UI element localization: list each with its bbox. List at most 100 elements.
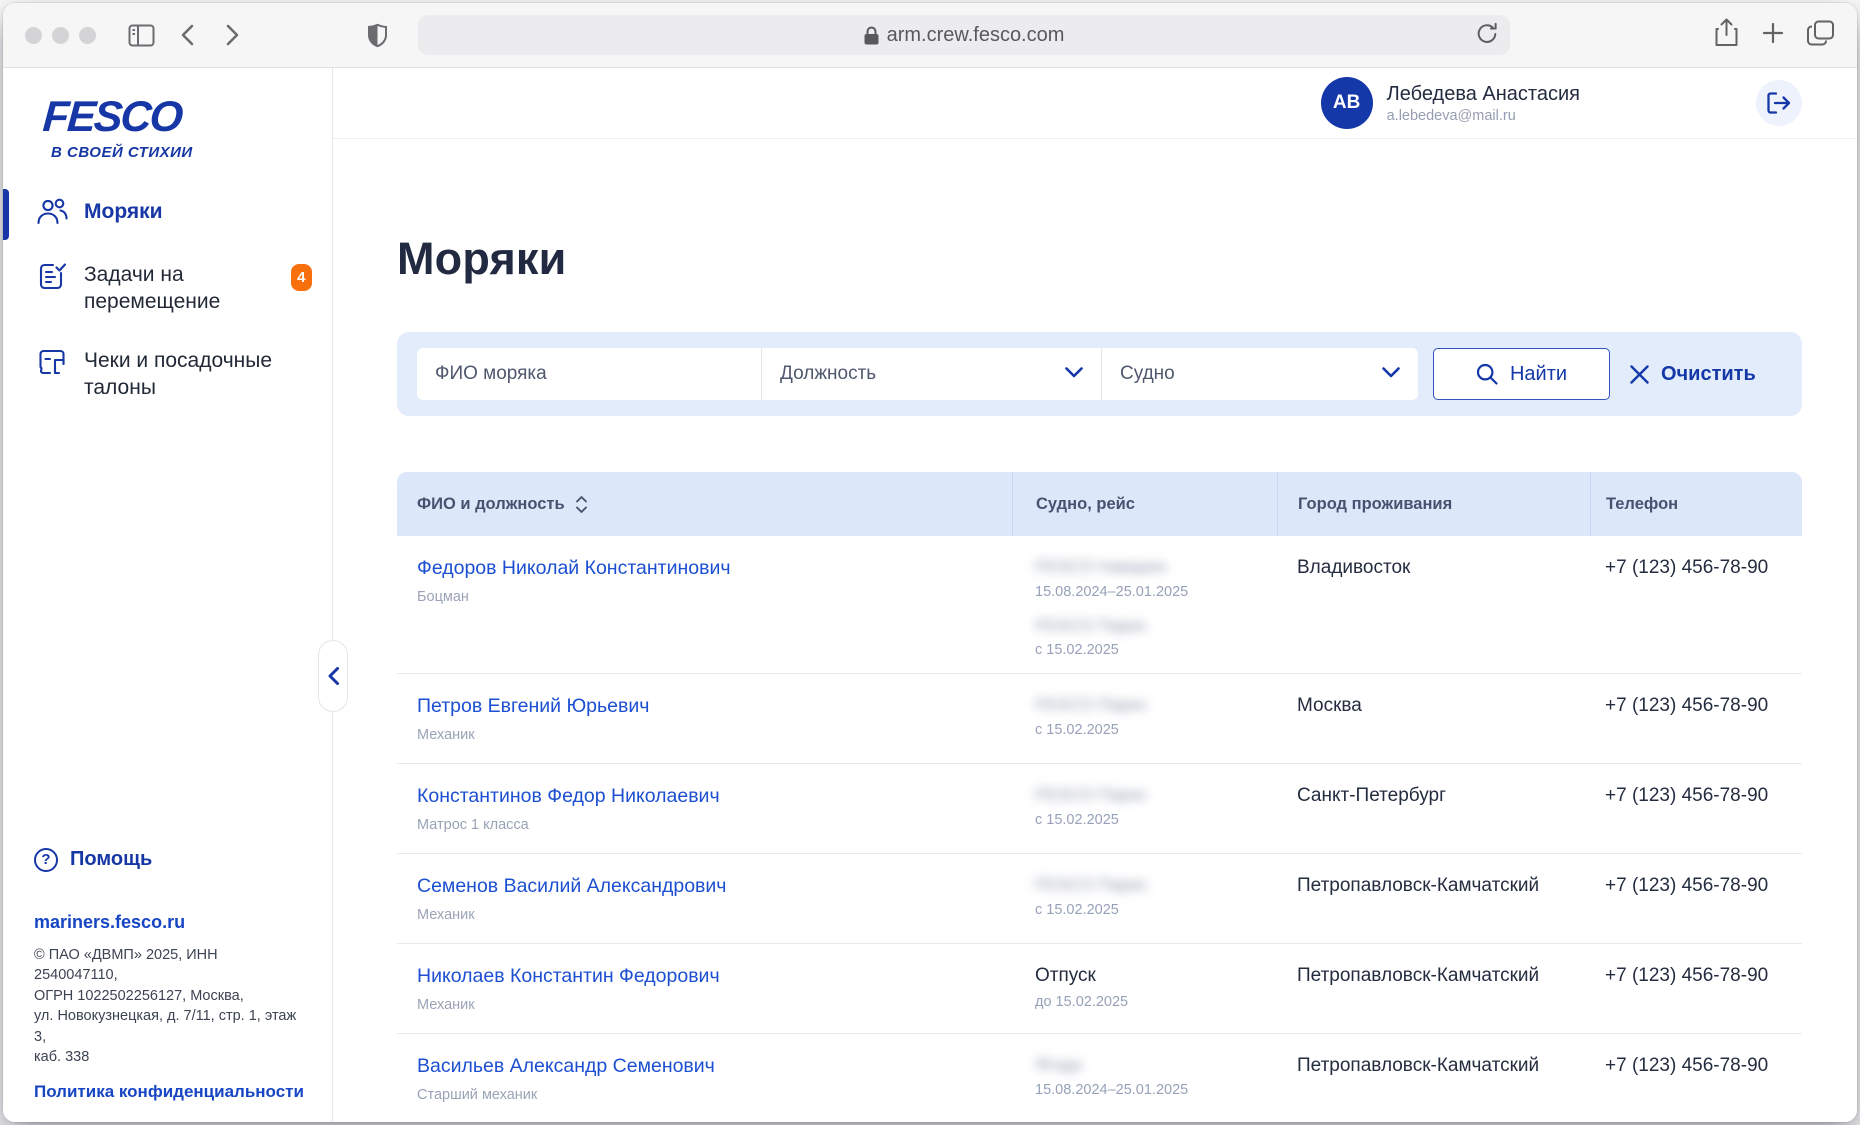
- sidebar-collapse-button[interactable]: [318, 640, 348, 712]
- voyage-period: до 15.02.2025: [1035, 994, 1267, 1010]
- voyage-period: с 15.02.2025: [1035, 642, 1267, 658]
- share-icon[interactable]: [1714, 18, 1739, 52]
- city-cell: Петропавловск-Камчатский: [1277, 854, 1590, 943]
- sidebar-toggle-icon[interactable]: [124, 18, 158, 52]
- table-row: Семенов Василий Александрович Механик FE…: [397, 854, 1802, 944]
- column-header-vessel: Судно, рейс: [1012, 472, 1277, 536]
- sidebar-item-label: Задачи на перемещение: [84, 262, 275, 316]
- chevron-left-icon: [328, 667, 339, 685]
- sidebar-footer: ? Помощь mariners.fesco.ru © ПАО «ДВМП» …: [3, 848, 332, 1122]
- vessel-name-blurred: FESCO Парис: [1035, 785, 1267, 805]
- reload-icon[interactable]: [1475, 22, 1500, 52]
- seafarer-name-link[interactable]: Васильев Александр Семенович: [417, 1055, 715, 1078]
- fesco-logo: FESCO В СВОЕЙ СТИХИИ: [3, 68, 332, 161]
- minimize-window-button[interactable]: [52, 27, 69, 44]
- sidebar: FESCO В СВОЕЙ СТИХИИ Моряки: [3, 68, 333, 1122]
- vessel-name-blurred: FESCO Парис: [1035, 695, 1267, 715]
- search-button[interactable]: Найти: [1433, 348, 1610, 400]
- seafarer-position: Боцман: [417, 589, 1002, 605]
- voyage-period: 15.08.2024–25.01.2025: [1035, 584, 1267, 600]
- seafarer-position: Матрос 1 класса: [417, 817, 1002, 833]
- voyage-period: 15.08.2024–25.01.2025: [1035, 1082, 1267, 1098]
- page-title: Моряки: [397, 233, 1802, 285]
- search-icon: [1476, 363, 1498, 385]
- seafarer-name-input[interactable]: [435, 363, 743, 385]
- sidebar-item-label: Моряки: [84, 199, 163, 226]
- column-header-city: Город проживания: [1277, 472, 1590, 536]
- app-header: АВ Лебедева Анастасия a.lebedeva@mail.ru: [333, 68, 1857, 139]
- user-name: Лебедева Анастасия: [1387, 82, 1580, 106]
- close-icon: [1630, 365, 1649, 384]
- seafarer-position: Механик: [417, 727, 1002, 743]
- position-select[interactable]: Должность: [762, 348, 1102, 400]
- tasks-clipboard-icon: [36, 260, 68, 297]
- window-controls[interactable]: [25, 27, 96, 44]
- seafarers-table: ФИО и должность Судно, рейс Город прожив…: [397, 472, 1802, 1122]
- sidebar-item-label: Чеки и посадочные талоны: [84, 348, 284, 402]
- column-header-phone: Телефон: [1590, 472, 1802, 536]
- vessel-name-blurred: FESCO Парис: [1035, 875, 1267, 895]
- vessel-status: Отпуск: [1035, 965, 1267, 987]
- vessel-name-blurred: Ягода: [1035, 1055, 1267, 1075]
- vessel-cell: FESCO Парис с 15.02.2025: [1012, 674, 1277, 763]
- seafarer-position: Старший механик: [417, 1087, 1002, 1103]
- privacy-shield-icon[interactable]: [360, 18, 394, 52]
- address-bar[interactable]: arm.crew.fesco.com: [418, 15, 1510, 55]
- sidebar-nav: Моряки Задачи на перемещение 4: [3, 183, 332, 418]
- voyage-period: с 15.02.2025: [1035, 902, 1267, 918]
- zoom-window-button[interactable]: [79, 27, 96, 44]
- seafarer-name-link[interactable]: Семенов Василий Александрович: [417, 875, 726, 898]
- table-row: Николаев Константин Федорович Механик От…: [397, 944, 1802, 1034]
- phone-cell: +7 (123) 456-78-90: [1590, 674, 1802, 763]
- mariners-site-link[interactable]: mariners.fesco.ru: [34, 912, 304, 933]
- phone-cell: +7 (123) 456-78-90: [1590, 764, 1802, 853]
- close-window-button[interactable]: [25, 27, 42, 44]
- forward-button[interactable]: [216, 18, 250, 52]
- sidebar-item-receipts[interactable]: Чеки и посадочные талоны: [3, 332, 332, 418]
- new-tab-icon[interactable]: [1761, 21, 1785, 50]
- lock-icon: [864, 26, 879, 45]
- city-cell: Санкт-Петербург: [1277, 764, 1590, 853]
- user-info[interactable]: АВ Лебедева Анастасия a.lebedeva@mail.ru: [1321, 77, 1580, 129]
- table-row: Федоров Николай Константинович Боцман FE…: [397, 536, 1802, 674]
- receipts-ticket-icon: [36, 346, 68, 383]
- vessel-cell: FESCO Наварин15.08.2024–25.01.2025FESCO …: [1012, 536, 1277, 673]
- help-link[interactable]: ? Помощь: [34, 848, 304, 872]
- sidebar-item-seafarers[interactable]: Моряки: [3, 183, 332, 246]
- position-select-label: Должность: [780, 363, 876, 385]
- city-cell: Петропавловск-Камчатский: [1277, 944, 1590, 1033]
- table-header: ФИО и должность Судно, рейс Город прожив…: [397, 472, 1802, 536]
- seafarer-name-link[interactable]: Николаев Константин Федорович: [417, 965, 720, 988]
- vessel-select[interactable]: Судно: [1102, 348, 1418, 400]
- table-row: Васильев Александр Семенович Старший мех…: [397, 1034, 1802, 1122]
- chevron-down-icon: [1065, 365, 1083, 383]
- privacy-policy-link[interactable]: Политика конфиденциальности: [34, 1082, 304, 1102]
- legal-text: © ПАО «ДВМП» 2025, ИНН 2540047110, ОГРН …: [34, 945, 304, 1068]
- vessel-cell: Отпуск до 15.02.2025: [1012, 944, 1277, 1033]
- table-row: Константинов Федор Николаевич Матрос 1 к…: [397, 764, 1802, 854]
- vessel-cell: FESCO Парисс 15.02.2025: [1012, 764, 1277, 853]
- phone-cell: +7 (123) 456-78-90: [1590, 944, 1802, 1033]
- city-cell: Москва: [1277, 674, 1590, 763]
- logout-icon: [1767, 92, 1791, 114]
- logout-button[interactable]: [1756, 80, 1802, 126]
- voyage-period: с 15.02.2025: [1035, 722, 1267, 738]
- seafarer-name-link[interactable]: Федоров Николай Константинович: [417, 557, 731, 580]
- seafarer-name-link[interactable]: Петров Евгений Юрьевич: [417, 695, 649, 718]
- table-row: Петров Евгений Юрьевич Механик FESCO Пар…: [397, 674, 1802, 764]
- phone-cell: +7 (123) 456-78-90: [1590, 854, 1802, 943]
- tab-overview-icon[interactable]: [1807, 20, 1835, 51]
- fesco-wordmark: FESCO: [41, 96, 333, 139]
- column-header-name[interactable]: ФИО и должность: [397, 472, 1012, 536]
- filter-bar: Должность Судно: [397, 332, 1802, 416]
- back-button[interactable]: [170, 18, 204, 52]
- browser-toolbar: arm.crew.fesco.com: [3, 3, 1857, 68]
- vessel-name-blurred: FESCO Парис: [1035, 616, 1267, 636]
- clear-button[interactable]: Очистить: [1630, 363, 1756, 386]
- sort-icon[interactable]: [575, 495, 588, 514]
- search-button-label: Найти: [1510, 363, 1567, 386]
- avatar: АВ: [1321, 77, 1373, 129]
- sidebar-item-transfer-tasks[interactable]: Задачи на перемещение 4: [3, 246, 332, 332]
- seafarer-name-link[interactable]: Константинов Федор Николаевич: [417, 785, 720, 808]
- help-label: Помощь: [70, 848, 152, 871]
